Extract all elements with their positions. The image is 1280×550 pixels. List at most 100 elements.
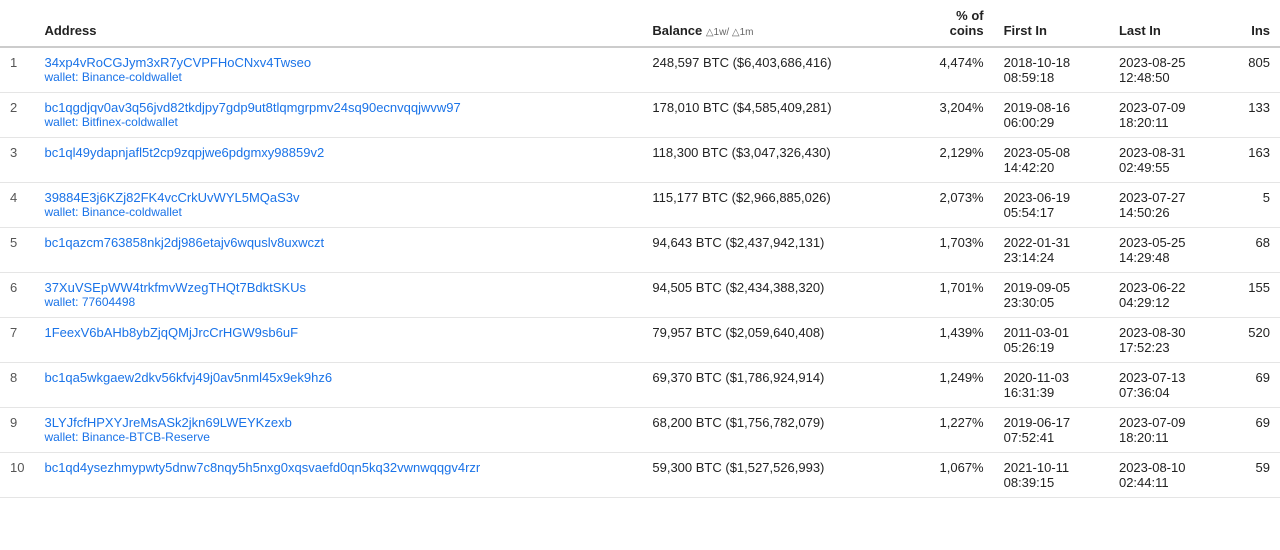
- address-link[interactable]: 1FeexV6bAHb8ybZjqQMjJrcCrHGW9sb6uF: [44, 325, 632, 340]
- last-in-cell: 2023-05-2514:29:48: [1109, 228, 1224, 273]
- last-in-cell: 2023-06-2204:29:12: [1109, 273, 1224, 318]
- wallet-label[interactable]: wallet: Binance-BTCB-Reserve: [44, 430, 632, 444]
- address-link[interactable]: bc1qazcm763858nkj2dj986etajv6wquslv8uxwc…: [44, 235, 632, 250]
- ins-cell: 133: [1224, 93, 1280, 138]
- row-number: 1: [0, 47, 34, 93]
- balance-cell: 69,370 BTC ($1,786,924,914): [642, 363, 908, 408]
- ins-cell: 520: [1224, 318, 1280, 363]
- last-in-cell: 2023-07-0918:20:11: [1109, 93, 1224, 138]
- address-link[interactable]: 34xp4vRoCGJym3xR7yCVPFHoCNxv4Twseo: [44, 55, 632, 70]
- percent-cell: 2,073%: [908, 183, 993, 228]
- ins-cell: 155: [1224, 273, 1280, 318]
- row-number: 6: [0, 273, 34, 318]
- wallet-label[interactable]: wallet: Binance-coldwallet: [44, 70, 632, 84]
- address-link[interactable]: 37XuVSEpWW4trkfmvWzegTHQt7BdktSKUs: [44, 280, 632, 295]
- first-in-cell: 2023-06-1905:54:17: [994, 183, 1109, 228]
- row-number: 10: [0, 453, 34, 498]
- address-cell: 1FeexV6bAHb8ybZjqQMjJrcCrHGW9sb6uF: [34, 318, 642, 363]
- table-row: 93LYJfcfHPXYJreMsASk2jkn69LWEYKzexbwalle…: [0, 408, 1280, 453]
- address-cell: 34xp4vRoCGJym3xR7yCVPFHoCNxv4Twseowallet…: [34, 47, 642, 93]
- balance-cell: 118,300 BTC ($3,047,326,430): [642, 138, 908, 183]
- first-in-cell: 2019-09-0523:30:05: [994, 273, 1109, 318]
- wallet-label[interactable]: wallet: Binance-coldwallet: [44, 205, 632, 219]
- row-number: 2: [0, 93, 34, 138]
- col-address: Address: [34, 0, 642, 47]
- wallet-label[interactable]: wallet: Bitfinex-coldwallet: [44, 115, 632, 129]
- first-in-cell: 2023-05-0814:42:20: [994, 138, 1109, 183]
- col-first-in: First In: [994, 0, 1109, 47]
- address-link[interactable]: 39884E3j6KZj82FK4vcCrkUvWYL5MQaS3v: [44, 190, 632, 205]
- percent-cell: 1,701%: [908, 273, 993, 318]
- address-link[interactable]: bc1ql49ydapnjafl5t2cp9zqpjwe6pdgmxy98859…: [44, 145, 632, 160]
- balance-cell: 115,177 BTC ($2,966,885,026): [642, 183, 908, 228]
- balance-cell: 94,505 BTC ($2,434,388,320): [642, 273, 908, 318]
- last-in-cell: 2023-07-2714:50:26: [1109, 183, 1224, 228]
- first-in-cell: 2021-10-1108:39:15: [994, 453, 1109, 498]
- table-row: 3 bc1ql49ydapnjafl5t2cp9zqpjwe6pdgmxy9885…: [0, 138, 1280, 183]
- table-row: 5 bc1qazcm763858nkj2dj986etajv6wquslv8uxw…: [0, 228, 1280, 273]
- address-link[interactable]: bc1qd4ysezhmypwty5dnw7c8nqy5h5nxg0xqsvae…: [44, 460, 632, 475]
- first-in-cell: 2011-03-0105:26:19: [994, 318, 1109, 363]
- table-row: 637XuVSEpWW4trkfmvWzegTHQt7BdktSKUswalle…: [0, 273, 1280, 318]
- percent-cell: 2,129%: [908, 138, 993, 183]
- row-number: 8: [0, 363, 34, 408]
- last-in-cell: 2023-08-2512:48:50: [1109, 47, 1224, 93]
- address-cell: 3LYJfcfHPXYJreMsASk2jkn69LWEYKzexbwallet…: [34, 408, 642, 453]
- balance-cell: 94,643 BTC ($2,437,942,131): [642, 228, 908, 273]
- table-row: 8 bc1qa5wkgaew2dkv56kfvj49j0av5nml45x9ek9…: [0, 363, 1280, 408]
- row-number: 4: [0, 183, 34, 228]
- address-cell: bc1qa5wkgaew2dkv56kfvj49j0av5nml45x9ek9h…: [34, 363, 642, 408]
- ins-cell: 68: [1224, 228, 1280, 273]
- col-percent: % ofcoins: [908, 0, 993, 47]
- address-cell: bc1qazcm763858nkj2dj986etajv6wquslv8uxwc…: [34, 228, 642, 273]
- ins-cell: 59: [1224, 453, 1280, 498]
- col-ins: Ins: [1224, 0, 1280, 47]
- row-number: 3: [0, 138, 34, 183]
- balance-subheader: △1w/ △1m: [706, 27, 754, 38]
- percent-cell: 1,439%: [908, 318, 993, 363]
- first-in-cell: 2018-10-1808:59:18: [994, 47, 1109, 93]
- first-in-cell: 2020-11-0316:31:39: [994, 363, 1109, 408]
- ins-cell: 5: [1224, 183, 1280, 228]
- balance-cell: 79,957 BTC ($2,059,640,408): [642, 318, 908, 363]
- percent-cell: 1,703%: [908, 228, 993, 273]
- last-in-cell: 2023-08-3102:49:55: [1109, 138, 1224, 183]
- percent-cell: 3,204%: [908, 93, 993, 138]
- col-num: [0, 0, 34, 47]
- col-last-in: Last In: [1109, 0, 1224, 47]
- ins-cell: 163: [1224, 138, 1280, 183]
- richlist-table: Address Balance △1w/ △1m % ofcoins First…: [0, 0, 1280, 498]
- wallet-label[interactable]: wallet: 77604498: [44, 295, 632, 309]
- col-balance: Balance △1w/ △1m: [642, 0, 908, 47]
- address-link[interactable]: bc1qa5wkgaew2dkv56kfvj49j0av5nml45x9ek9h…: [44, 370, 632, 385]
- row-number: 5: [0, 228, 34, 273]
- address-cell: bc1qd4ysezhmypwty5dnw7c8nqy5h5nxg0xqsvae…: [34, 453, 642, 498]
- address-link[interactable]: bc1qgdjqv0av3q56jvd82tkdjpy7gdp9ut8tlqmg…: [44, 100, 632, 115]
- first-in-cell: 2019-08-1606:00:29: [994, 93, 1109, 138]
- row-number: 7: [0, 318, 34, 363]
- row-number: 9: [0, 408, 34, 453]
- percent-cell: 1,249%: [908, 363, 993, 408]
- last-in-cell: 2023-07-0918:20:11: [1109, 408, 1224, 453]
- percent-cell: 4,474%: [908, 47, 993, 93]
- table-row: 439884E3j6KZj82FK4vcCrkUvWYL5MQaS3vwalle…: [0, 183, 1280, 228]
- first-in-cell: 2019-06-1707:52:41: [994, 408, 1109, 453]
- last-in-cell: 2023-07-1307:36:04: [1109, 363, 1224, 408]
- table-header: Address Balance △1w/ △1m % ofcoins First…: [0, 0, 1280, 47]
- table-row: 10 bc1qd4ysezhmypwty5dnw7c8nqy5h5nxg0xqsv…: [0, 453, 1280, 498]
- table-row: 2 bc1qgdjqv0av3q56jvd82tkdjpy7gdp9ut8tlqm…: [0, 93, 1280, 138]
- balance-cell: 68,200 BTC ($1,756,782,079): [642, 408, 908, 453]
- table-row: 7 1FeexV6bAHb8ybZjqQMjJrcCrHGW9sb6uF 79,95…: [0, 318, 1280, 363]
- address-cell: 39884E3j6KZj82FK4vcCrkUvWYL5MQaS3vwallet…: [34, 183, 642, 228]
- address-link[interactable]: 3LYJfcfHPXYJreMsASk2jkn69LWEYKzexb: [44, 415, 632, 430]
- address-cell: 37XuVSEpWW4trkfmvWzegTHQt7BdktSKUswallet…: [34, 273, 642, 318]
- address-cell: bc1qgdjqv0av3q56jvd82tkdjpy7gdp9ut8tlqmg…: [34, 93, 642, 138]
- balance-cell: 178,010 BTC ($4,585,409,281): [642, 93, 908, 138]
- last-in-cell: 2023-08-3017:52:23: [1109, 318, 1224, 363]
- table-row: 134xp4vRoCGJym3xR7yCVPFHoCNxv4Twseowalle…: [0, 47, 1280, 93]
- ins-cell: 69: [1224, 363, 1280, 408]
- ins-cell: 805: [1224, 47, 1280, 93]
- last-in-cell: 2023-08-1002:44:11: [1109, 453, 1224, 498]
- balance-cell: 248,597 BTC ($6,403,686,416): [642, 47, 908, 93]
- first-in-cell: 2022-01-3123:14:24: [994, 228, 1109, 273]
